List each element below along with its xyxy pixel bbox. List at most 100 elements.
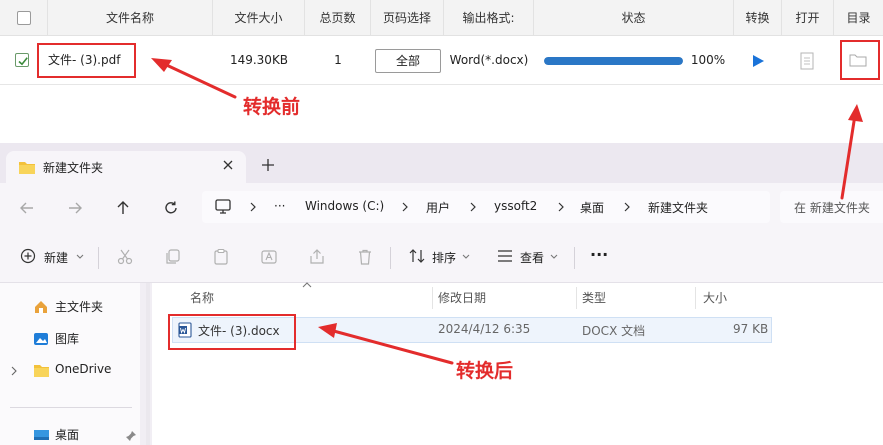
tab-new-folder[interactable]: 新建文件夹 [6, 151, 246, 183]
sort-button-label: 排序 [432, 251, 457, 265]
sidebar-item-desktop[interactable]: 桌面 [0, 421, 140, 445]
sidebar-item-label: 桌面 [55, 428, 80, 442]
view-list-icon [498, 250, 512, 262]
breadcrumb-new-folder[interactable]: 新建文件夹 [648, 199, 708, 216]
forward-arrow-icon[interactable] [66, 199, 84, 217]
breadcrumb-user[interactable]: yssoft2 [494, 199, 537, 213]
toolbar-divider [390, 247, 391, 269]
breadcrumb-desktop[interactable]: 桌面 [580, 199, 604, 216]
sort-ascending-icon [302, 282, 312, 288]
chevron-right-icon [624, 202, 630, 212]
sidebar-item-gallery[interactable]: 图库 [0, 325, 140, 353]
highlight-box-folder [840, 40, 880, 80]
copy-icon[interactable] [164, 245, 182, 269]
more-options-button[interactable]: ··· [588, 245, 612, 269]
view-button[interactable]: 查看 [494, 245, 562, 269]
page-select-button[interactable]: 全部 [375, 49, 441, 73]
search-placeholder: 在 新建文件夹 [794, 201, 870, 215]
rename-icon[interactable] [260, 245, 278, 269]
row-output-format: Word(*.docx) [449, 53, 529, 67]
column-header-type[interactable]: 类型 [582, 283, 606, 313]
row-page-count: 1 [334, 53, 342, 67]
file-list: 名称 修改日期 类型 大小 文件- (3).docx 2024/4/12 6:3… [152, 282, 883, 445]
sidebar-item-label: OneDrive [55, 362, 112, 376]
highlight-box-docx [168, 314, 296, 350]
cut-icon[interactable] [116, 245, 134, 269]
file-explorer-window: 新建文件夹 ··· Windows (C:) 用户 yssoft2 桌面 新建文… [0, 143, 883, 445]
this-pc-icon [215, 199, 231, 214]
col-pageselect-header: 页码选择 [371, 0, 444, 36]
pin-icon[interactable] [125, 430, 137, 442]
col-size-header: 文件大小 [213, 0, 305, 36]
chevron-right-icon [402, 202, 408, 212]
col-format-header: 输出格式: [444, 0, 534, 36]
add-circle-icon [20, 248, 36, 264]
folder-icon [34, 365, 49, 377]
column-header-size[interactable]: 大小 [703, 283, 727, 313]
file-type: DOCX 文档 [582, 324, 646, 338]
column-divider[interactable] [576, 287, 577, 309]
search-input[interactable]: 在 新建文件夹 [780, 191, 883, 223]
chevron-right-icon[interactable] [10, 366, 18, 376]
sidebar-item-onedrive[interactable]: OneDrive [0, 357, 140, 385]
toolbar-divider [574, 247, 575, 269]
row-checkbox[interactable] [15, 53, 29, 67]
chevron-right-icon [558, 202, 564, 212]
breadcrumb-more[interactable]: ··· [274, 199, 285, 213]
sort-button[interactable]: 排序 [406, 245, 474, 269]
play-icon[interactable] [751, 54, 765, 68]
col-name-header: 文件名称 [48, 0, 213, 36]
col-folder-header: 目录 [846, 11, 871, 25]
column-header-modified[interactable]: 修改日期 [438, 283, 486, 313]
toolbar-divider [98, 247, 99, 269]
highlight-box-pdf [37, 43, 136, 78]
sort-icon [409, 249, 425, 263]
breadcrumb-drive[interactable]: Windows (C:) [305, 199, 384, 213]
chevron-right-icon [470, 202, 476, 212]
sidebar-divider [10, 407, 132, 408]
command-bar: 新建 排序 查看 ··· [0, 231, 883, 283]
column-divider[interactable] [695, 287, 696, 309]
file-modified: 2024/4/12 6:35 [438, 322, 531, 336]
annotation-before: 转换前 [243, 96, 301, 118]
new-button-label: 新建 [44, 251, 69, 265]
chevron-down-icon [462, 254, 470, 259]
share-icon[interactable] [308, 245, 326, 269]
col-open-header: 打开 [782, 0, 834, 36]
converter-header: 文件名称 文件大小 总页数 页码选择 输出格式: 状态 转换 打开 目录 [0, 0, 883, 36]
select-all-checkbox[interactable] [17, 11, 31, 25]
home-icon [35, 301, 47, 313]
view-button-label: 查看 [520, 251, 545, 265]
desktop-icon [34, 430, 49, 440]
navigation-scrollbar[interactable] [146, 283, 150, 445]
check-icon [18, 57, 28, 66]
column-divider[interactable] [432, 287, 433, 309]
up-arrow-icon[interactable] [114, 199, 132, 217]
column-header-name[interactable]: 名称 [190, 283, 214, 313]
plus-icon[interactable] [260, 157, 276, 173]
open-file-icon[interactable] [800, 52, 814, 70]
navigation-bar: ··· Windows (C:) 用户 yssoft2 桌面 新建文件夹 在 新… [0, 183, 883, 231]
paste-icon[interactable] [212, 245, 230, 269]
close-icon[interactable] [220, 157, 236, 173]
more-options-label: ··· [590, 245, 609, 264]
progress-bar [544, 57, 683, 65]
tab-bar: 新建文件夹 [0, 143, 883, 183]
select-all-cell [0, 0, 48, 36]
sidebar-item-label: 主文件夹 [55, 300, 104, 314]
delete-icon[interactable] [356, 245, 374, 269]
annotation-after: 转换后 [456, 360, 514, 382]
new-button[interactable]: 新建 [18, 245, 88, 269]
breadcrumb-users[interactable]: 用户 [426, 199, 450, 216]
chevron-down-icon [550, 254, 558, 259]
col-status-header: 状态 [534, 0, 734, 36]
col-pages-header: 总页数 [305, 0, 371, 36]
address-bar[interactable]: ··· Windows (C:) 用户 yssoft2 桌面 新建文件夹 [202, 191, 770, 223]
back-arrow-icon[interactable] [18, 199, 36, 217]
refresh-icon[interactable] [162, 199, 180, 217]
folder-icon [19, 162, 35, 174]
col-convert-header: 转换 [734, 0, 782, 36]
sidebar-item-home[interactable]: 主文件夹 [0, 293, 140, 321]
tab-title: 新建文件夹 [43, 161, 104, 175]
sidebar-item-label: 图库 [55, 332, 80, 346]
